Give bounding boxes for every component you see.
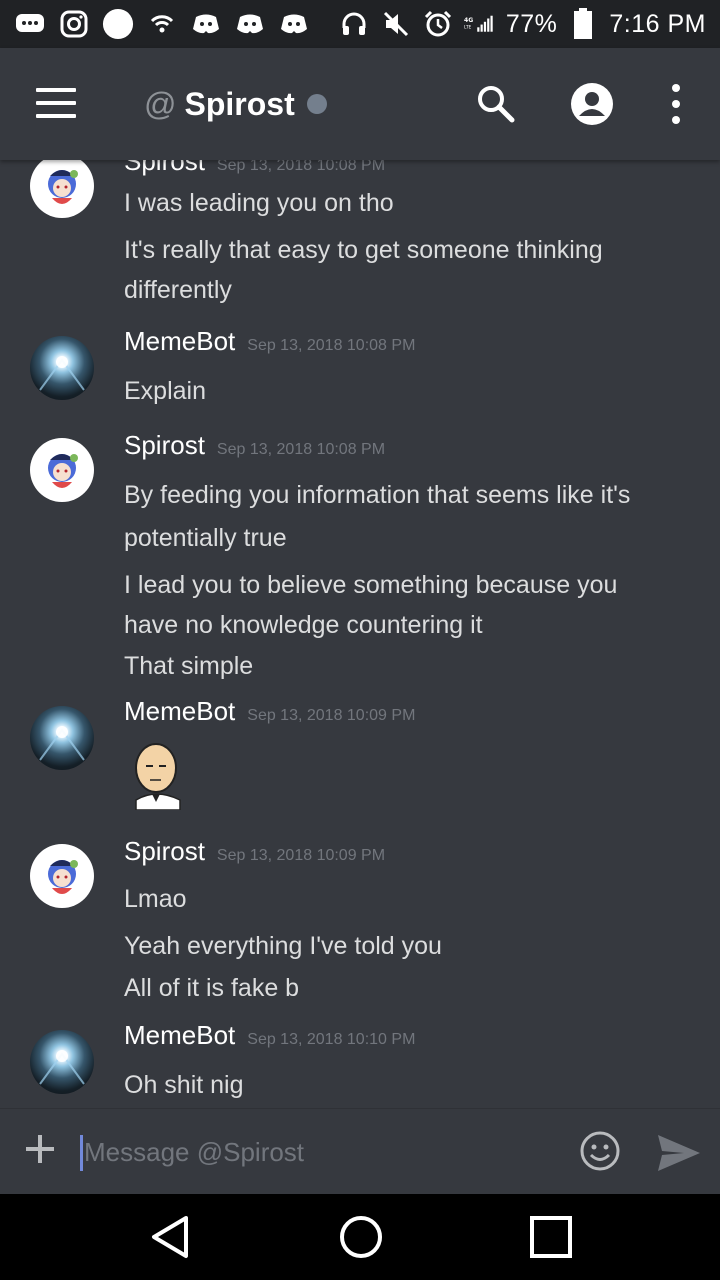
memebot-avatar[interactable] (30, 336, 94, 400)
spirost-avatar[interactable] (30, 844, 94, 908)
spirost-avatar[interactable] (30, 160, 94, 218)
text-cursor (80, 1135, 83, 1171)
memebot-avatar[interactable] (30, 1030, 94, 1094)
message-text: That simple (124, 652, 254, 680)
channel-title[interactable]: @ Spirost (144, 84, 327, 124)
message-text: have no knowledge countering it (124, 611, 483, 639)
recents-icon[interactable] (526, 1212, 576, 1262)
discord-notification-icon (234, 10, 266, 38)
message-timestamp: Sep 13, 2018 10:08 PM (216, 160, 386, 174)
message-timestamp: Sep 13, 2018 10:09 PM (216, 847, 386, 864)
svg-text:LTE: LTE (464, 24, 472, 30)
svg-text:4G: 4G (464, 17, 473, 24)
spirost-avatar[interactable] (30, 438, 94, 502)
memebot-avatar[interactable] (30, 706, 94, 770)
wifi-icon (146, 10, 178, 38)
clock: 7:16 PM (609, 9, 706, 38)
page-title: Spirost (184, 85, 295, 122)
app-header: @ Spirost (0, 48, 720, 160)
send-icon[interactable] (656, 1133, 702, 1173)
message-text: potentially true (124, 524, 287, 552)
instagram-icon (58, 10, 90, 38)
message-timestamp: Sep 13, 2018 10:10 PM (247, 1031, 416, 1048)
author-name[interactable]: Spirost (124, 836, 205, 867)
messages-notification-icon (14, 10, 46, 38)
profile-icon[interactable] (570, 82, 614, 126)
circle-app-icon (102, 8, 134, 40)
status-bar: 4G LTE 77% 7:16 PM (0, 0, 720, 48)
menu-icon[interactable] (36, 88, 76, 118)
author-name[interactable]: MemeBot (124, 1020, 235, 1051)
at-symbol: @ (144, 85, 177, 122)
author-name[interactable]: Spirost (124, 160, 205, 177)
add-attachment-icon[interactable] (22, 1131, 58, 1167)
message-text: It's really that easy to get someone thi… (124, 236, 603, 264)
battery-percent: 77% (505, 9, 558, 38)
message-text: I was leading you on tho (124, 189, 394, 217)
system-nav-bar (0, 1194, 720, 1280)
headset-icon (338, 10, 370, 38)
home-icon[interactable] (336, 1212, 386, 1262)
battery-icon (567, 8, 599, 39)
author-name[interactable]: Spirost (124, 430, 205, 461)
bald-man-sticker[interactable] (128, 740, 188, 811)
alarm-icon (422, 10, 454, 38)
message-text: Explain (124, 377, 206, 405)
message-text: By feeding you information that seems li… (124, 481, 631, 509)
message-input[interactable] (84, 1129, 544, 1175)
message-composer (0, 1108, 720, 1194)
message-list[interactable]: Spirost Sep 13, 2018 10:08 PM I was lead… (0, 160, 720, 1108)
message-text: differently (124, 276, 232, 304)
mute-icon (380, 10, 412, 38)
emoji-icon[interactable] (578, 1129, 622, 1173)
offline-status-dot (306, 94, 327, 114)
author-name[interactable]: MemeBot (124, 696, 235, 727)
message-text: Oh shit nig (124, 1071, 244, 1099)
message-timestamp: Sep 13, 2018 10:09 PM (247, 707, 416, 724)
author-name[interactable]: MemeBot (124, 326, 235, 357)
back-icon[interactable] (146, 1212, 196, 1262)
more-options-icon[interactable] (654, 82, 698, 126)
search-icon[interactable] (474, 82, 518, 126)
message-text: I lead you to believe something because … (124, 571, 618, 599)
discord-notification-icon (190, 10, 222, 38)
message-timestamp: Sep 13, 2018 10:08 PM (247, 337, 416, 354)
signal-icon: 4G LTE (464, 10, 496, 38)
message-text: Yeah everything I've told you (124, 932, 442, 960)
message-text: All of it is fake b (124, 974, 300, 1002)
message-text: Lmao (124, 885, 187, 913)
message-timestamp: Sep 13, 2018 10:08 PM (216, 441, 386, 458)
discord-notification-icon (278, 10, 310, 38)
